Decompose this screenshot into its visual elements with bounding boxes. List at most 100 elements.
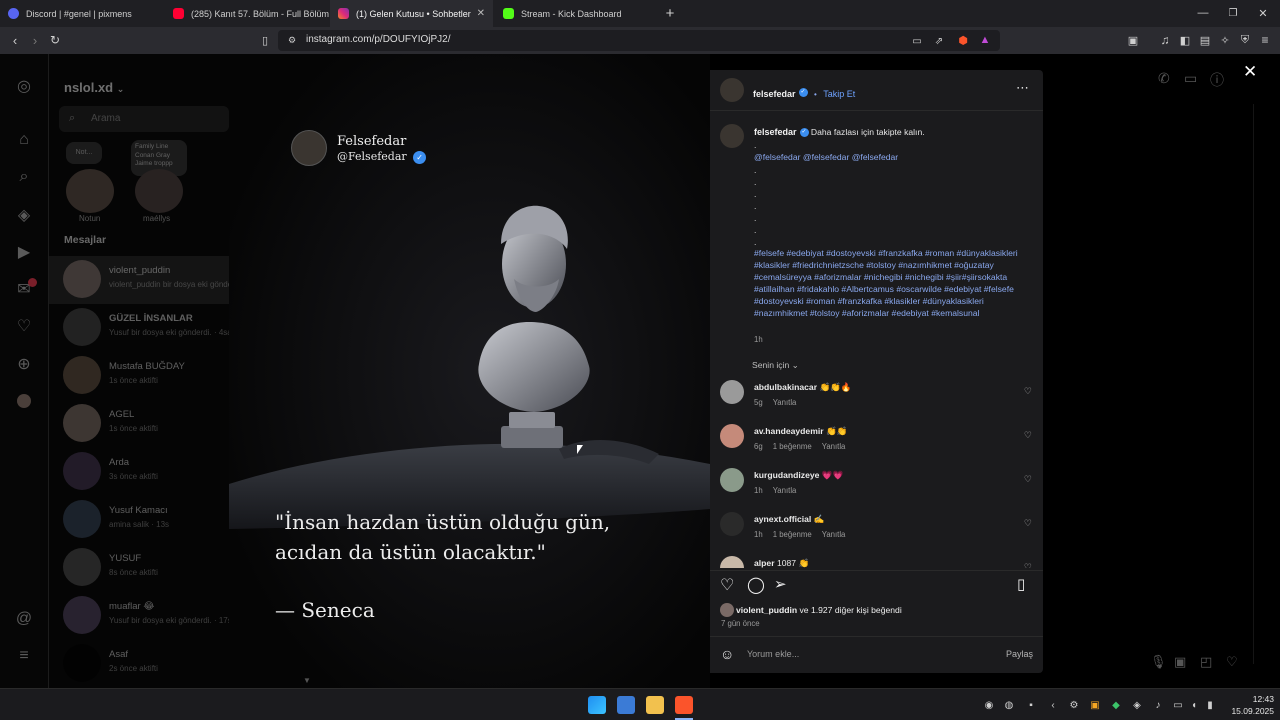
- restore-button[interactable]: ❐: [1226, 6, 1240, 20]
- nvidia-icon[interactable]: ▪: [1025, 699, 1037, 711]
- search-input[interactable]: ⌕ Arama: [59, 106, 229, 132]
- profile-avatar[interactable]: [17, 394, 31, 408]
- conversation-row[interactable]: muaflar 😂 Yusuf bir dosya eki gönderdi. ·…: [49, 592, 229, 640]
- close-modal-icon[interactable]: ✕: [1243, 62, 1257, 82]
- reload-button[interactable]: ↻: [47, 32, 63, 48]
- brave-browser-icon[interactable]: [675, 696, 693, 714]
- sidebar-icon[interactable]: ◧: [1178, 33, 1192, 47]
- more-options-icon[interactable]: ⋯: [1016, 80, 1029, 96]
- site-info-icon[interactable]: ⚙: [286, 34, 298, 46]
- comment-like-heart-icon[interactable]: ♡: [1024, 518, 1032, 529]
- heart-icon[interactable]: ♡: [1226, 654, 1238, 670]
- caption-mentions[interactable]: @felsefedar @felsefedar @felsefedar: [754, 152, 898, 162]
- note-bubble[interactable]: Not...: [66, 142, 102, 164]
- comment-like-heart-icon[interactable]: ♡: [1024, 562, 1032, 568]
- conversation-row[interactable]: Asaf 2s önce aktifti: [49, 640, 229, 688]
- phone-call-icon[interactable]: ✆: [1158, 70, 1170, 87]
- steam-icon[interactable]: ◍: [1003, 699, 1015, 711]
- commenter-avatar[interactable]: [720, 468, 744, 492]
- tray-app-4-icon[interactable]: ◈: [1131, 699, 1143, 711]
- commenter-username[interactable]: av.handeaydemir: [754, 426, 824, 436]
- emoji-icon[interactable]: ☺: [720, 646, 734, 662]
- microphone-tray-icon[interactable]: ♪: [1152, 699, 1164, 711]
- bookmark-icon[interactable]: ▯: [257, 32, 273, 48]
- photos-app-icon[interactable]: [617, 696, 635, 714]
- vpn-icon[interactable]: ⛨: [1238, 33, 1252, 47]
- comment-input[interactable]: Yorum ekle...: [747, 649, 799, 659]
- tab-kick[interactable]: Stream - Kick Dashboard: [495, 0, 660, 27]
- conversation-row[interactable]: violent_puddin violent_puddin bir dosya e…: [49, 256, 229, 304]
- windows-start-icon[interactable]: [588, 696, 606, 714]
- threads-icon[interactable]: @: [14, 609, 34, 629]
- reply-button[interactable]: Yanıtla: [773, 486, 797, 495]
- close-window-button[interactable]: ✕: [1256, 6, 1270, 20]
- share-icon[interactable]: ⇗: [932, 34, 946, 48]
- new-tab-button[interactable]: +: [662, 5, 678, 22]
- address-bar[interactable]: ⚙ instagram.com/p/DOUFYIOjPJ2/ ▭ ⇗ ⬢ ▲: [278, 30, 1000, 51]
- comment-icon[interactable]: ◯: [747, 575, 765, 595]
- close-tab-icon[interactable]: ✕: [477, 8, 485, 19]
- likes-summary[interactable]: violent_puddin ve 1.927 diğer kişi beğen…: [736, 605, 902, 615]
- reader-icon[interactable]: ▣: [1126, 33, 1140, 47]
- comment-like-heart-icon[interactable]: ♡: [1024, 430, 1032, 441]
- tray-chevron-icon[interactable]: ‹: [1047, 699, 1059, 711]
- brave-rewards-icon[interactable]: ▲: [978, 33, 992, 47]
- search-icon[interactable]: ⌕: [14, 167, 34, 187]
- conversation-row[interactable]: Yusuf Kamacı amina salik · 13s: [49, 496, 229, 544]
- microphone-icon[interactable]: 🎙: [1150, 654, 1167, 670]
- conversation-row[interactable]: YUSUF 8s önce aktifti: [49, 544, 229, 592]
- media-icon[interactable]: ♫: [1158, 33, 1172, 47]
- info-icon[interactable]: ⓘ: [1210, 70, 1224, 90]
- reply-button[interactable]: Yanıtla: [822, 530, 846, 539]
- commenter-username[interactable]: kurgudandizeye: [754, 470, 819, 480]
- minimize-button[interactable]: —: [1196, 6, 1210, 20]
- back-button[interactable]: ‹: [7, 32, 23, 48]
- cast-icon[interactable]: ▭: [910, 34, 924, 48]
- battery-icon[interactable]: ▮: [1204, 699, 1216, 711]
- volume-icon[interactable]: ◖: [1188, 699, 1200, 711]
- commenter-username[interactable]: abdulbakinacar: [754, 382, 817, 392]
- commenter-avatar[interactable]: [720, 424, 744, 448]
- conversation-row[interactable]: Arda 3s önce aktifti: [49, 448, 229, 496]
- instagram-logo-icon[interactable]: ◎: [14, 76, 34, 96]
- commenter-avatar[interactable]: [720, 380, 744, 404]
- liker-avatar[interactable]: [720, 603, 734, 617]
- comment-like-heart-icon[interactable]: ♡: [1024, 474, 1032, 485]
- share-send-icon[interactable]: ➢: [774, 575, 787, 593]
- note-avatar-maellys[interactable]: [135, 169, 183, 213]
- reels-icon[interactable]: ▶: [14, 242, 34, 262]
- reply-button[interactable]: Yanıtla: [773, 398, 797, 407]
- conversation-row[interactable]: Mustafa BUĞDAY 1s önce aktifti: [49, 352, 229, 400]
- post-comment-button[interactable]: Paylaş: [1006, 649, 1033, 659]
- conversation-row[interactable]: AGEL 1s önce aktifti: [49, 400, 229, 448]
- tab-discord[interactable]: Discord | #genel | pixmens: [0, 0, 165, 27]
- tray-app-2-icon[interactable]: ▣: [1089, 699, 1101, 711]
- scrollbar-track[interactable]: [1253, 104, 1254, 664]
- leo-ai-icon[interactable]: ✧: [1218, 33, 1232, 47]
- image-icon[interactable]: ▣: [1174, 654, 1186, 670]
- tray-app-3-icon[interactable]: ◆: [1110, 699, 1122, 711]
- comment-sort-dropdown[interactable]: Senin için ⌄: [752, 360, 799, 371]
- commenter-username[interactable]: alper: [754, 558, 775, 568]
- note-avatar-own[interactable]: [66, 169, 114, 213]
- post-author-username[interactable]: felsefedar: [753, 89, 796, 99]
- account-name[interactable]: nslol.xd ⌄: [64, 80, 124, 95]
- caption-hashtags[interactable]: #felsefe #edebiyat #dostoyevski #franzka…: [754, 247, 1030, 319]
- tray-app-icon[interactable]: ◉: [983, 699, 995, 711]
- commenter-avatar[interactable]: [720, 512, 744, 536]
- notifications-heart-icon[interactable]: ♡: [14, 316, 34, 336]
- brave-shields-icon[interactable]: ⬢: [956, 33, 970, 47]
- create-icon[interactable]: ⊕: [14, 354, 34, 374]
- tab-youtube[interactable]: (285) Kanıt 57. Bölüm - Full Bölüm - Y: [165, 0, 330, 27]
- network-icon[interactable]: ▭: [1172, 699, 1184, 711]
- file-explorer-icon[interactable]: [646, 696, 664, 714]
- caption-author-avatar[interactable]: [720, 124, 744, 148]
- forward-button[interactable]: ›: [27, 32, 43, 48]
- commenter-avatar[interactable]: [720, 556, 744, 568]
- reply-button[interactable]: Yanıtla: [822, 442, 846, 451]
- follow-button[interactable]: Takip Et: [823, 89, 855, 99]
- more-menu-icon[interactable]: ≡: [14, 646, 34, 666]
- commenter-username[interactable]: aynext.official: [754, 514, 811, 524]
- comment-likes[interactable]: 1 beğenme: [773, 530, 812, 539]
- post-author-avatar[interactable]: [720, 78, 744, 102]
